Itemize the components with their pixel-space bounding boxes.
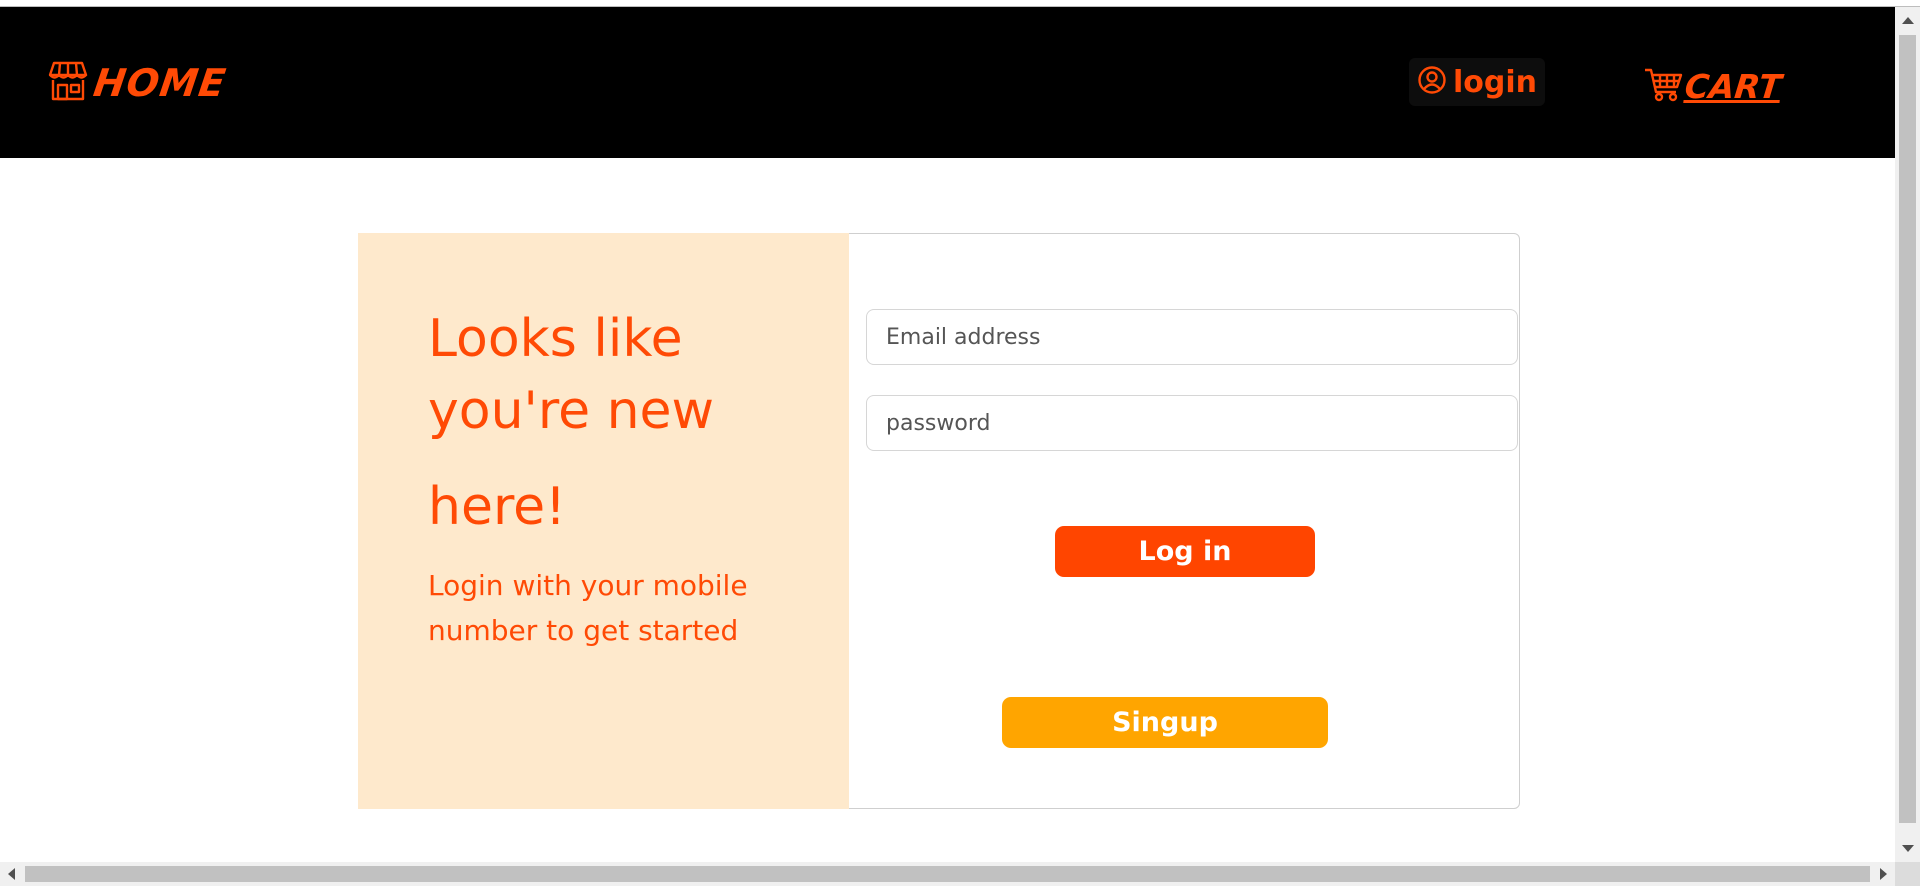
headline-line-1: Looks like [428,309,683,369]
welcome-panel: Looks like you're new here! Login with y… [358,233,849,809]
vertical-scrollbar[interactable] [1895,7,1920,862]
user-circle-icon [1417,65,1447,99]
horizontal-scroll-thumb[interactable] [25,866,1870,882]
scroll-down-arrow-icon[interactable] [1902,845,1914,852]
scroll-left-arrow-icon[interactable] [8,868,15,880]
password-input[interactable] [866,395,1518,451]
horizontal-scrollbar[interactable] [0,862,1895,886]
cart-link[interactable]: CART [1643,65,1784,107]
scrollbar-corner [1895,862,1920,886]
welcome-subtext: Login with your mobile number to get sta… [428,569,748,647]
navbar: HOME login CART [0,7,1895,158]
window-top-border [0,0,1920,7]
scroll-right-arrow-icon[interactable] [1880,868,1887,880]
email-input[interactable] [866,309,1518,365]
headline-line-2: you're new [428,381,715,441]
cart-icon [1643,65,1683,107]
login-button[interactable]: Log in [1055,526,1315,577]
store-icon [44,57,92,109]
login-link[interactable]: login [1409,58,1545,106]
login-label: login [1452,64,1537,100]
scroll-up-arrow-icon[interactable] [1902,17,1914,24]
brand-label: HOME [90,61,229,105]
signup-button[interactable]: Singup [1002,697,1328,748]
cart-label: CART [1682,66,1784,106]
home-link[interactable]: HOME [44,57,229,109]
headline-line-3: here! [428,477,567,537]
welcome-headline: Looks like you're new here! [428,303,788,543]
vertical-scroll-thumb[interactable] [1899,35,1916,823]
